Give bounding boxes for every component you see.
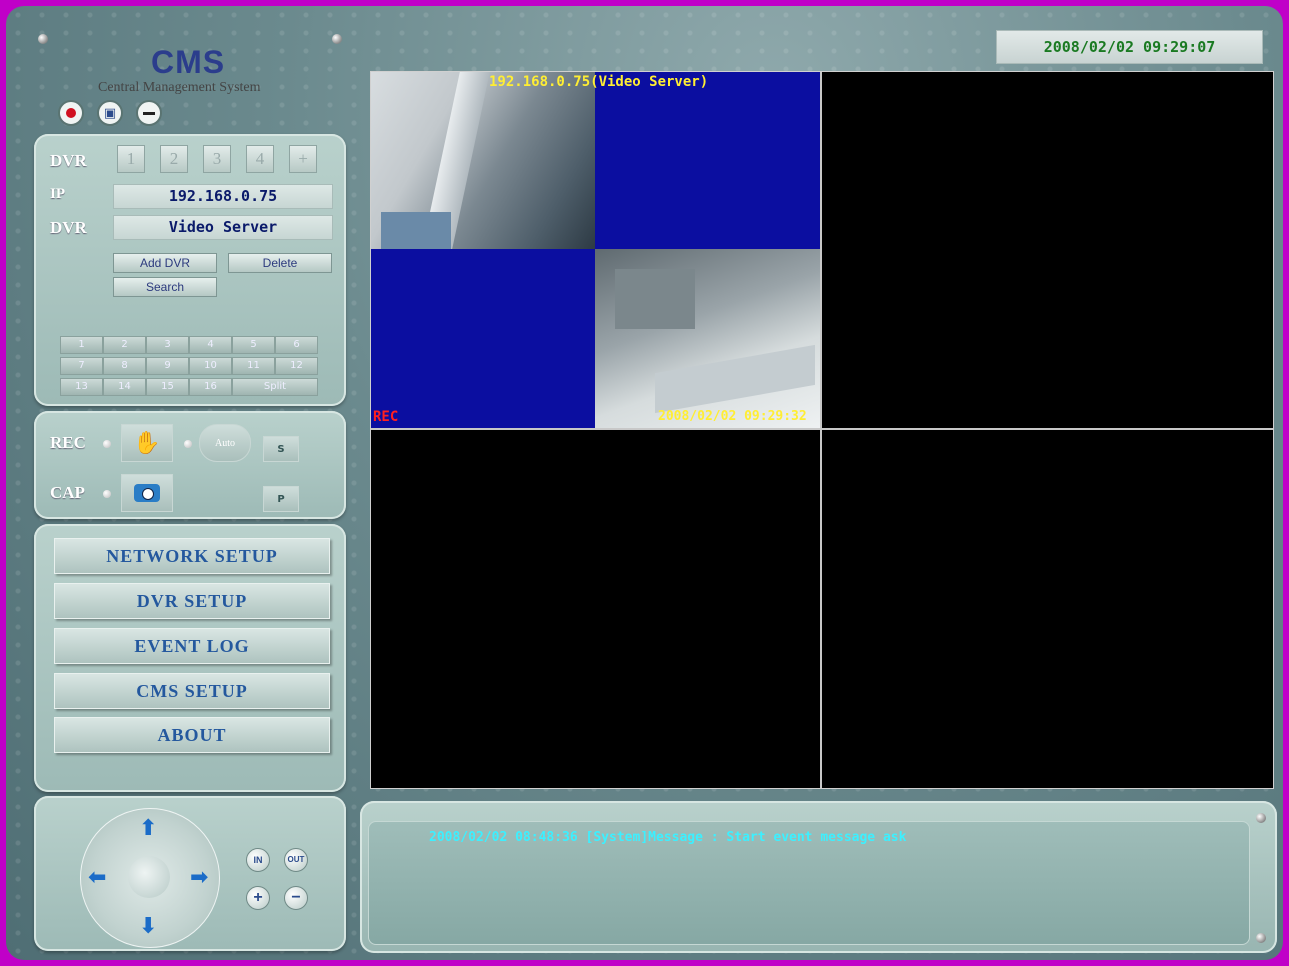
rec-label: REC	[50, 433, 86, 452]
s-label: S	[277, 443, 285, 455]
minimize-icon[interactable]: ▣	[97, 100, 123, 126]
manual-record-button[interactable]: ✋	[121, 424, 173, 462]
channel-button-4[interactable]: 4	[189, 336, 232, 354]
channel-button-8[interactable]: 8	[103, 357, 146, 375]
video-quad-1[interactable]: 192.168.0.75(Video Server) REC 2008/02/0…	[371, 72, 820, 428]
camera-icon	[134, 484, 160, 502]
screw-icon	[38, 34, 48, 44]
channel-button-14[interactable]: 14	[103, 378, 146, 396]
channel-button-1[interactable]: 1	[60, 336, 103, 354]
dvr-button-3[interactable]: 3	[203, 145, 231, 173]
delete-dvr-button[interactable]: Delete	[228, 253, 332, 273]
message-panel: 2008/02/02 08:48:36 [System]Message : St…	[360, 801, 1277, 953]
ip-label: IP	[50, 186, 65, 202]
zoom-in-button[interactable]: IN	[246, 848, 270, 872]
channel-button-13[interactable]: 13	[60, 378, 103, 396]
channel-button-12[interactable]: 12	[275, 357, 318, 375]
grid-divider-vertical	[820, 72, 822, 788]
camera-title-overlay: 192.168.0.75(Video Server)	[489, 74, 709, 90]
channel-button-16[interactable]: 16	[189, 378, 232, 396]
ptz-center[interactable]	[128, 856, 170, 898]
datetime-display: 2008/02/02 09:29:07	[996, 30, 1263, 64]
s-button[interactable]: S	[263, 436, 299, 462]
rec-indicator-dot	[103, 440, 111, 448]
video-quad-2[interactable]	[822, 72, 1273, 428]
arrow-down-icon[interactable]: ⬇	[139, 914, 157, 939]
dvr-name-label: DVR	[50, 218, 87, 237]
record-icon[interactable]	[58, 100, 84, 126]
camera-view-4[interactable]	[595, 249, 820, 428]
dvr-button-4[interactable]: 4	[246, 145, 274, 173]
channel-button-6[interactable]: 6	[275, 336, 318, 354]
p-label: P	[277, 493, 285, 505]
camera-view-3[interactable]	[371, 249, 595, 428]
camera-view-2[interactable]	[595, 72, 820, 249]
cap-label: CAP	[50, 483, 85, 502]
channel-button-11[interactable]: 11	[232, 357, 275, 375]
rec-overlay: REC	[373, 409, 399, 425]
timestamp-overlay: 2008/02/02 09:29:32	[658, 409, 807, 424]
ip-field[interactable]: 192.168.0.75	[113, 184, 333, 209]
channel-button-5[interactable]: 5	[232, 336, 275, 354]
focus-minus-button[interactable]: −	[284, 886, 308, 910]
channel-button-15[interactable]: 15	[146, 378, 189, 396]
channel-button-9[interactable]: 9	[146, 357, 189, 375]
dvr-button-2[interactable]: 2	[160, 145, 188, 173]
camera-view-1[interactable]	[371, 72, 595, 249]
channel-button-3[interactable]: 3	[146, 336, 189, 354]
app-logo: CMS	[151, 44, 226, 80]
arrow-right-icon[interactable]: ➡	[190, 865, 208, 890]
message-log[interactable]: 2008/02/02 08:48:36 [System]Message : St…	[368, 821, 1250, 945]
split-button[interactable]: Split	[232, 378, 318, 396]
cap-indicator-dot	[103, 490, 111, 498]
auto-record-button[interactable]: Auto	[199, 424, 251, 462]
event-log-button[interactable]: EVENT LOG	[54, 628, 330, 664]
arrow-up-icon[interactable]: ⬆	[139, 816, 157, 841]
search-dvr-button[interactable]: Search	[113, 277, 217, 297]
auto-label: Auto	[215, 437, 235, 449]
about-button[interactable]: ABOUT	[54, 717, 330, 753]
zoom-out-button[interactable]: OUT	[284, 848, 308, 872]
channel-button-10[interactable]: 10	[189, 357, 232, 375]
close-icon[interactable]	[136, 100, 162, 126]
dvr-button-all[interactable]: +	[289, 145, 317, 173]
dvr-button-1[interactable]: 1	[117, 145, 145, 173]
dvr-setup-button[interactable]: DVR SETUP	[54, 583, 330, 619]
screw-icon	[332, 34, 342, 44]
dvr-label: DVR	[50, 151, 87, 170]
add-dvr-button[interactable]: Add DVR	[113, 253, 217, 273]
video-grid: 192.168.0.75(Video Server) REC 2008/02/0…	[370, 71, 1274, 789]
focus-plus-button[interactable]: +	[246, 886, 270, 910]
video-quad-3[interactable]	[371, 430, 820, 788]
app-subtitle: Central Management System	[98, 80, 261, 95]
app-window: CMS Central Management System ▣ DVR 1 2 …	[6, 6, 1283, 960]
dvr-name-field[interactable]: Video Server	[113, 215, 333, 240]
screw-icon	[1256, 813, 1266, 823]
auto-indicator-dot	[184, 440, 192, 448]
cms-setup-button[interactable]: CMS SETUP	[54, 673, 330, 709]
channel-button-7[interactable]: 7	[60, 357, 103, 375]
screw-icon	[1256, 933, 1266, 943]
channel-button-2[interactable]: 2	[103, 336, 146, 354]
network-setup-button[interactable]: NETWORK SETUP	[54, 538, 330, 574]
arrow-left-icon[interactable]: ⬅	[88, 865, 106, 890]
p-button[interactable]: P	[263, 486, 299, 512]
hand-icon: ✋	[133, 430, 161, 456]
grid-divider-horizontal	[371, 428, 1273, 430]
video-quad-4[interactable]	[822, 430, 1273, 788]
capture-button[interactable]	[121, 474, 173, 512]
message-entry: 2008/02/02 08:48:36 [System]Message : St…	[429, 830, 907, 845]
